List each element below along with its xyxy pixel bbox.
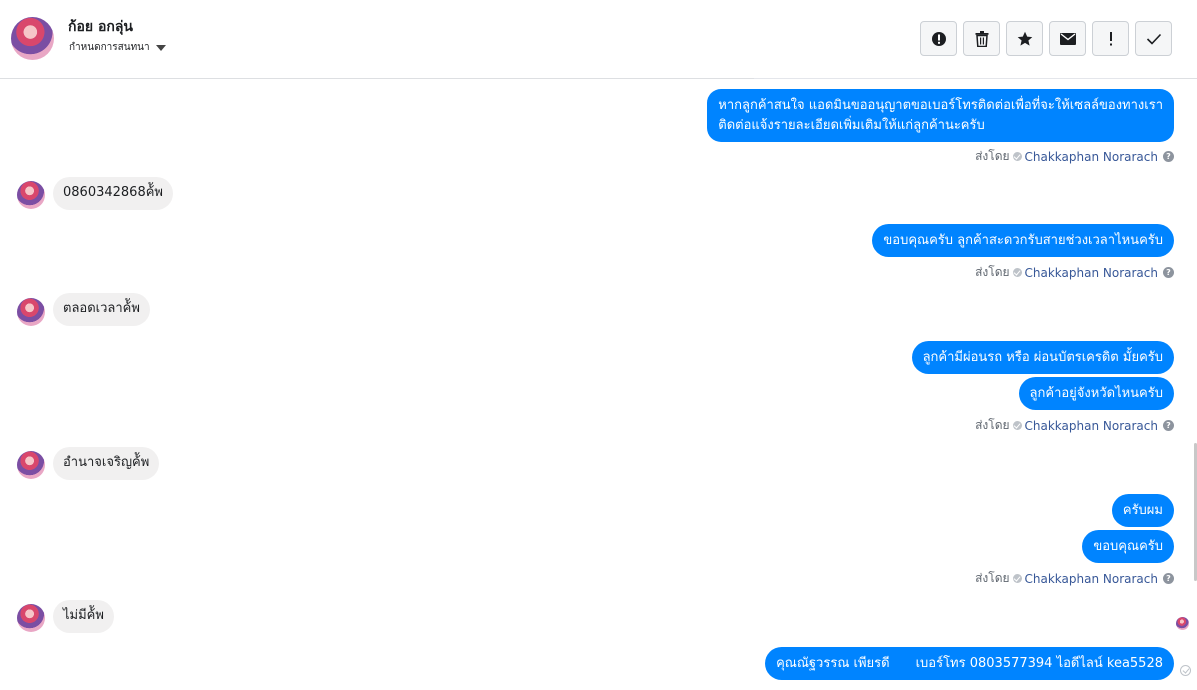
envelope-icon xyxy=(1059,32,1076,45)
message-text: ขอบคุณครับ ลูกค้าสะดวกรับสายช่วงเวลาไหนค… xyxy=(883,233,1163,248)
help-icon[interactable]: ? xyxy=(1163,151,1174,162)
star-button[interactable] xyxy=(1006,21,1043,56)
agent-name[interactable]: Chakkaphan Norarach xyxy=(1025,150,1158,164)
agent-name[interactable]: Chakkaphan Norarach xyxy=(1025,266,1158,280)
sender-avatar[interactable] xyxy=(17,451,45,479)
verified-icon xyxy=(1012,574,1022,583)
message-text: อำนาจเจริญค้ัพ xyxy=(63,455,150,470)
incoming-message[interactable]: ตลอดเวลาค้ัพ xyxy=(53,293,150,326)
sender-avatar[interactable] xyxy=(17,604,45,632)
message-text: ลูกค้าอยู่จังหวัดไหนครับ xyxy=(1029,386,1163,401)
message-text: ครับผม xyxy=(1122,503,1163,518)
verified-icon xyxy=(1012,152,1022,161)
sent-by-line: ส่งโดย Chakkaphan Norarach ? xyxy=(975,569,1174,588)
outgoing-message[interactable]: ขอบคุณครับ xyxy=(1082,530,1174,563)
sent-by-line: ส่งโดย Chakkaphan Norarach ? xyxy=(975,416,1174,435)
outgoing-message[interactable]: ลูกค้าอยู่จังหวัดไหนครับ xyxy=(1018,377,1174,410)
sender-avatar[interactable] xyxy=(17,181,45,209)
agent-name[interactable]: Chakkaphan Norarach xyxy=(1025,419,1158,433)
message-thread[interactable]: หากลูกค้าสนใจ แอดมินขออนุญาตขอเบอร์โทรติ… xyxy=(0,78,1197,690)
outgoing-message[interactable]: ขอบคุณครับ ลูกค้าสะดวกรับสายช่วงเวลาไหนค… xyxy=(872,224,1174,257)
previous-message-edge xyxy=(754,78,1160,79)
trash-icon xyxy=(975,30,988,47)
message-text: คุณณัฐวรรณ เพียรดี xyxy=(776,656,890,671)
outgoing-message[interactable]: ครับผม xyxy=(1111,494,1174,527)
sent-by-line: ส่งโดย Chakkaphan Norarach ? xyxy=(975,263,1174,282)
conversation-header: ก้อย อกลุ่น กำหนดการสนทนา xyxy=(0,0,1197,79)
message-text: เบอร์โทร 0803577394 ไอดีไลน์ kea5528 xyxy=(915,656,1163,671)
help-icon[interactable]: ? xyxy=(1163,267,1174,278)
help-icon[interactable]: ? xyxy=(1163,420,1174,431)
incoming-message[interactable]: ไม่มีค้ัพ xyxy=(53,600,114,633)
message-text: 0860342868ค้ัพ xyxy=(63,185,163,200)
outgoing-message[interactable]: คุณณัฐวรรณ เพียรดี เบอร์โทร 0803577394 ไอ… xyxy=(765,647,1174,680)
message-text: ตลอดเวลาค้ัพ xyxy=(63,301,140,316)
sent-by-prefix: ส่งโดย xyxy=(975,265,1010,279)
assign-label: กำหนดการสนทนา xyxy=(69,42,150,53)
verified-icon xyxy=(1012,268,1022,277)
message-text: ขอบคุณครับ xyxy=(1093,539,1163,554)
outgoing-message[interactable]: หากลูกค้าสนใจ แอดมินขออนุญาตขอเบอร์โทรติ… xyxy=(707,89,1174,142)
message-text: ไม่มีค้ัพ xyxy=(63,608,104,623)
done-button[interactable] xyxy=(1135,21,1172,56)
message-text: หากลูกค้าสนใจ แอดมินขออนุญาตขอเบอร์โทรติ… xyxy=(718,98,1163,113)
seen-avatar xyxy=(1176,617,1189,630)
customer-avatar[interactable] xyxy=(11,17,54,60)
outgoing-message[interactable]: ลูกค้ามีผ่อนรถ หรือ ผ่อนบัตรเครดิต มั้ยค… xyxy=(911,341,1174,374)
customer-name[interactable]: ก้อย อกลุ่น xyxy=(68,16,133,38)
incoming-message[interactable]: 0860342868ค้ัพ xyxy=(53,177,173,210)
message-text: ติดต่อแจ้งรายละเอียดเพิ่มเติมให้แก่ลูกค้… xyxy=(718,118,985,133)
delivered-icon xyxy=(1180,665,1191,676)
incoming-message[interactable]: อำนาจเจริญค้ัพ xyxy=(53,447,160,480)
caret-down-icon xyxy=(155,44,166,51)
spam-button[interactable] xyxy=(920,21,957,56)
sender-avatar[interactable] xyxy=(17,298,45,326)
conversation-toolbar xyxy=(920,21,1172,56)
mark-unread-button[interactable] xyxy=(1049,21,1086,56)
exclamation-icon xyxy=(1109,31,1112,45)
sent-by-prefix: ส่งโดย xyxy=(975,149,1010,163)
follow-up-button[interactable] xyxy=(1092,21,1129,56)
sent-by-prefix: ส่งโดย xyxy=(975,418,1010,432)
help-icon[interactable]: ? xyxy=(1163,573,1174,584)
delete-button[interactable] xyxy=(963,21,1000,56)
alert-circle-icon xyxy=(931,31,946,46)
assign-conversation-dropdown[interactable]: กำหนดการสนทนา xyxy=(69,40,166,55)
checkmark-icon xyxy=(1146,33,1161,45)
verified-icon xyxy=(1012,421,1022,430)
sent-by-prefix: ส่งโดย xyxy=(975,571,1010,585)
sent-by-line: ส่งโดย Chakkaphan Norarach ? xyxy=(975,147,1174,166)
star-icon xyxy=(1017,31,1032,46)
agent-name[interactable]: Chakkaphan Norarach xyxy=(1025,572,1158,586)
message-text: ลูกค้ามีผ่อนรถ หรือ ผ่อนบัตรเครดิต มั้ยค… xyxy=(922,350,1163,365)
